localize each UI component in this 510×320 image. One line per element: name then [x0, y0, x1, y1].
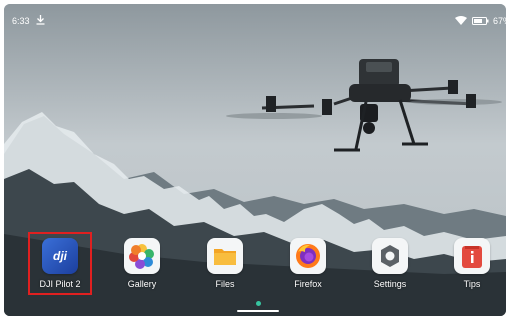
status-bar: 6:33 67% — [4, 4, 506, 26]
tips-icon — [454, 238, 490, 274]
app-firefox[interactable]: Firefox — [276, 238, 340, 289]
app-gallery[interactable]: Gallery — [110, 238, 174, 289]
gallery-icon — [124, 238, 160, 274]
home-gesture-bar[interactable] — [237, 310, 279, 312]
app-settings[interactable]: Settings — [358, 238, 422, 289]
app-label: Tips — [463, 279, 481, 289]
app-label: Settings — [373, 279, 407, 289]
files-icon — [207, 238, 243, 274]
app-label: Firefox — [294, 279, 322, 289]
selection-highlight — [28, 232, 92, 295]
download-icon — [36, 15, 45, 25]
page-indicator-dot — [256, 301, 261, 306]
battery-percentage: 67% — [493, 16, 506, 26]
firefox-icon — [290, 238, 326, 274]
app-label: Gallery — [127, 279, 157, 289]
app-tips[interactable]: Tips — [440, 238, 504, 289]
wifi-signal-icon — [455, 16, 467, 25]
status-time: 6:33 — [12, 16, 30, 26]
app-files[interactable]: Files — [193, 238, 257, 289]
settings-icon — [372, 238, 408, 274]
battery-icon — [472, 17, 489, 25]
app-label: Files — [215, 279, 235, 289]
